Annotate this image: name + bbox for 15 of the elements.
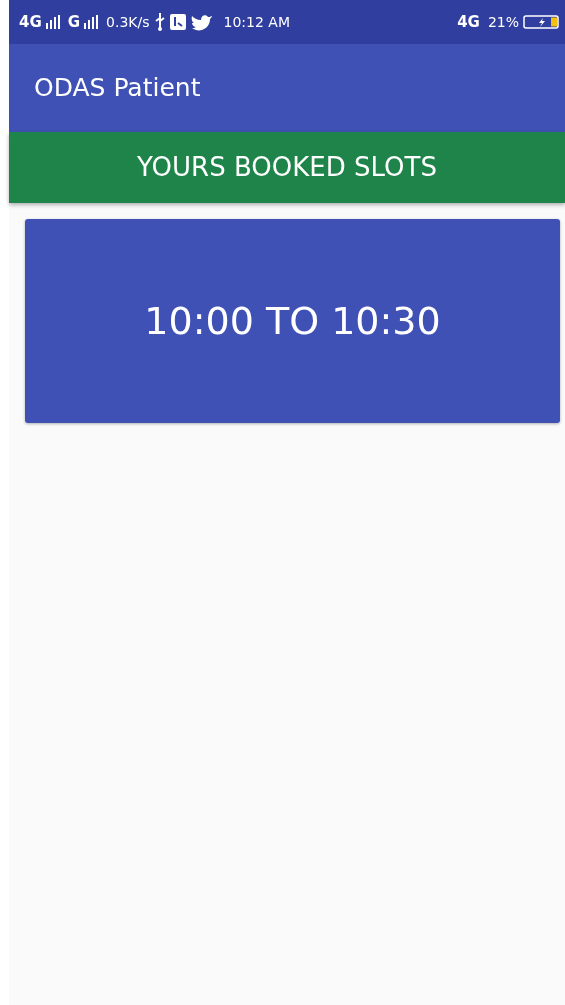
usb-icon (153, 12, 166, 32)
section-header: YOURS BOOKED SLOTS (9, 132, 565, 203)
network-speed: 0.3K/s (106, 12, 150, 32)
bird-icon (189, 12, 212, 32)
signal-icon (45, 15, 60, 29)
battery-percent: 21% (487, 12, 519, 32)
app-title: ODAS Patient (34, 72, 201, 105)
signal-icon (84, 15, 99, 29)
network-type: 4G (19, 11, 42, 33)
network-type: 4G (457, 11, 480, 33)
clock: 10:12 AM (223, 12, 290, 32)
notification-icon (169, 14, 186, 30)
battery-icon (523, 15, 559, 29)
slot-card[interactable]: 10:00 TO 10:30 (25, 219, 560, 423)
network-type: G (67, 11, 81, 33)
